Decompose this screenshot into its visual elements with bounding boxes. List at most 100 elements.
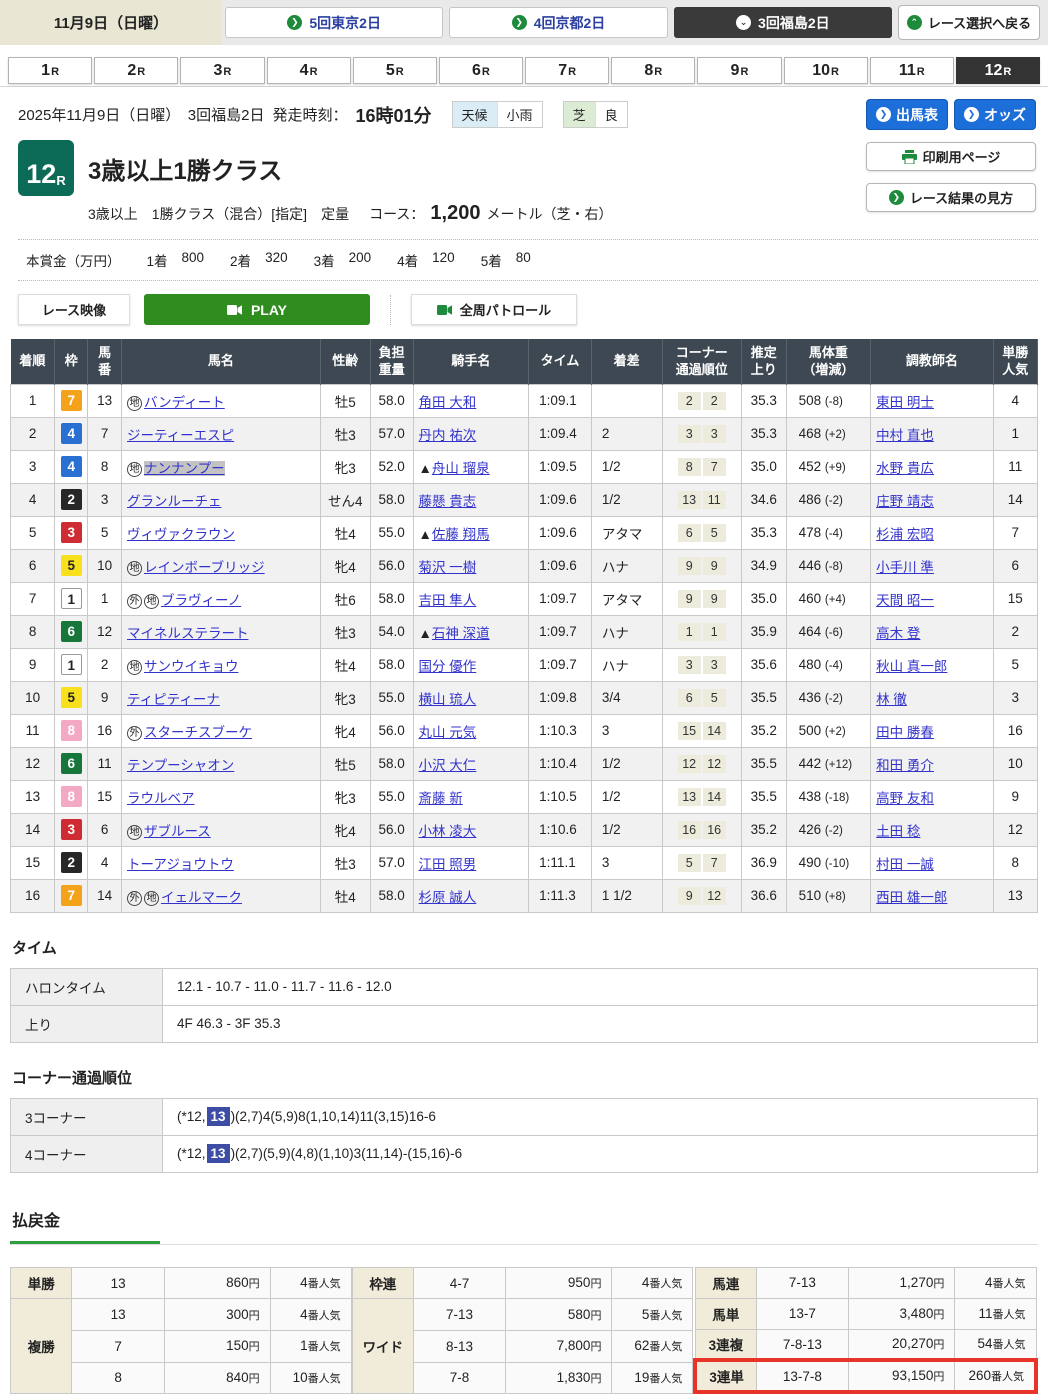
trainer-link[interactable]: 小手川 準 xyxy=(876,560,934,575)
horse-link[interactable]: ラウルベア xyxy=(127,791,195,806)
jockey-link[interactable]: 舟山 瑠泉 xyxy=(432,461,490,476)
jockey-link[interactable]: 藤懸 貴志 xyxy=(419,494,477,509)
horse-link[interactable]: グランルーチェ xyxy=(127,494,222,509)
local-horse-mark: 地 xyxy=(144,891,159,906)
table-row: 上り 4F 46.3 - 3F 35.3 xyxy=(11,1005,1038,1042)
corner-position: 3 xyxy=(678,425,701,443)
back-to-race-select-button[interactable]: ⌃ レース選択へ戻る xyxy=(898,5,1040,40)
jockey-link[interactable]: 吉田 隼人 xyxy=(419,593,477,608)
race-tab-3r[interactable]: 3R xyxy=(180,57,264,84)
jockey-link[interactable]: 小沢 大仁 xyxy=(419,758,477,773)
trainer-link[interactable]: 田中 勝春 xyxy=(876,725,934,740)
frame-badge: 4 xyxy=(61,456,82,477)
horse-link[interactable]: トーアジョウトウ xyxy=(127,857,234,872)
race-conditions: 3歳以上 1勝クラス（混合）[指定] 定量 xyxy=(88,204,349,224)
play-button[interactable]: PLAY xyxy=(144,294,370,325)
horse-link[interactable]: サンウイキョウ xyxy=(144,659,239,674)
jockey-link[interactable]: 杉原 誠人 xyxy=(419,890,477,905)
corner-position: 16 xyxy=(678,821,701,839)
corner-position: 3 xyxy=(703,425,726,443)
race-tab-1r[interactable]: 1R xyxy=(8,57,92,84)
trainer-link[interactable]: 林 徹 xyxy=(876,692,907,707)
frame-badge: 5 xyxy=(61,555,82,576)
venue-tabs: ❯ 5回東京2日 ❯ 4回京都2日 ⌄ 3回福島2日 xyxy=(222,0,895,45)
trainer-link[interactable]: 水野 貴広 xyxy=(876,461,934,476)
corner-position: 13 xyxy=(678,788,701,806)
jockey-link[interactable]: 小林 凌大 xyxy=(419,824,477,839)
winner-highlight: 13 xyxy=(207,1144,230,1163)
table-row: 馬連 7-13 1,270円 4番人気 xyxy=(695,1267,1036,1298)
jockey-link[interactable]: 丸山 元気 xyxy=(419,725,477,740)
trainer-link[interactable]: 和田 勇介 xyxy=(876,758,934,773)
jockey-link[interactable]: 佐藤 翔馬 xyxy=(432,527,490,542)
trainer-link[interactable]: 土田 稔 xyxy=(876,824,920,839)
horse-link[interactable]: テンプーシャオン xyxy=(127,758,234,773)
corner-position: 9 xyxy=(703,590,726,608)
race-tab-2r[interactable]: 2R xyxy=(94,57,178,84)
corner-position: 1 xyxy=(703,623,726,641)
trainer-link[interactable]: 西田 雄一郎 xyxy=(876,890,947,905)
race-tab-6r[interactable]: 6R xyxy=(439,57,523,84)
trainer-link[interactable]: 中村 直也 xyxy=(876,428,934,443)
race-tab-4r[interactable]: 4R xyxy=(267,57,351,84)
horse-link[interactable]: ジーティーエスピ xyxy=(127,428,234,443)
table-row: ハロンタイム 12.1 - 10.7 - 11.0 - 11.7 - 11.6 … xyxy=(11,968,1038,1005)
race-tab-10r[interactable]: 10R xyxy=(784,57,868,84)
print-page-button[interactable]: 印刷用ページ xyxy=(866,142,1036,171)
jockey-link[interactable]: 斎藤 新 xyxy=(419,791,463,806)
trainer-link[interactable]: 高木 登 xyxy=(876,626,920,641)
venue-tab-tokyo[interactable]: ❯ 5回東京2日 xyxy=(225,7,443,38)
horse-link[interactable]: マイネルステラート xyxy=(127,626,249,641)
odds-button[interactable]: ❯ オッズ xyxy=(954,99,1036,130)
race-header: 2025年11月9日（日曜） 3回福島2日 発走時刻： 16時01分 天候 小雨… xyxy=(10,87,1038,281)
jockey-link[interactable]: 江田 照男 xyxy=(419,857,477,872)
frame-badge: 6 xyxy=(61,753,82,774)
venue-tab-fukushima[interactable]: ⌄ 3回福島2日 xyxy=(674,7,892,38)
horse-link[interactable]: バンディート xyxy=(144,395,225,410)
corner-position: 14 xyxy=(703,788,726,806)
payout-table-3: 馬連 7-13 1,270円 4番人気 馬単 13-7 3,480円 11番人気… xyxy=(693,1267,1038,1394)
table-row: 11 8 16 外スターチスブーケ 牝4 56.0 丸山 元気 1:10.3 3… xyxy=(11,714,1038,747)
race-tab-11r[interactable]: 11R xyxy=(870,57,954,84)
race-tab-9r[interactable]: 9R xyxy=(697,57,781,84)
race-tab-8r[interactable]: 8R xyxy=(611,57,695,84)
corner-position: 16 xyxy=(703,821,726,839)
jockey-link[interactable]: 国分 優作 xyxy=(419,659,477,674)
jockey-link[interactable]: 角田 大和 xyxy=(419,395,477,410)
patrol-video-button[interactable]: 全周パトロール xyxy=(411,294,577,325)
jockey-link[interactable]: 菊沢 一樹 xyxy=(419,560,477,575)
race-tab-12r[interactable]: 12R xyxy=(956,57,1040,84)
trainer-link[interactable]: 東田 明士 xyxy=(876,395,934,410)
horse-link[interactable]: ザブルース xyxy=(144,824,211,839)
race-video-button[interactable]: レース映像 xyxy=(18,294,130,325)
trainer-link[interactable]: 杉浦 宏昭 xyxy=(876,527,934,542)
trainer-link[interactable]: 村田 一誠 xyxy=(876,857,934,872)
horse-link[interactable]: レインボーブリッジ xyxy=(144,560,265,575)
entries-button[interactable]: ❯ 出馬表 xyxy=(866,99,948,130)
jockey-link[interactable]: 横山 琉人 xyxy=(419,692,477,707)
corner-table: 3コーナー (*12,13)(2,7)4(5,9)8(1,10,14)11(3,… xyxy=(10,1098,1038,1173)
horse-link[interactable]: ナンナンプー xyxy=(144,461,225,476)
trainer-link[interactable]: 高野 友和 xyxy=(876,791,934,806)
race-tab-7r[interactable]: 7R xyxy=(525,57,609,84)
corner-position: 3 xyxy=(703,656,726,674)
race-tab-5r[interactable]: 5R xyxy=(353,57,437,84)
horse-link[interactable]: ブラヴィーノ xyxy=(161,593,241,608)
corner-position: 9 xyxy=(703,557,726,575)
trainer-link[interactable]: 秋山 真一郎 xyxy=(876,659,947,674)
horse-link[interactable]: イェルマーク xyxy=(161,890,242,905)
local-horse-mark: 地 xyxy=(127,396,142,411)
horse-link[interactable]: スターチスブーケ xyxy=(144,725,252,740)
horse-link[interactable]: ヴィヴァクラウン xyxy=(127,527,235,542)
table-row: 枠連 4-7 950円 4番人気 xyxy=(352,1267,693,1299)
venue-tab-kyoto[interactable]: ❯ 4回京都2日 xyxy=(449,7,667,38)
jockey-link[interactable]: 石神 深道 xyxy=(432,626,490,641)
trainer-link[interactable]: 庄野 靖志 xyxy=(876,494,934,509)
howto-read-results-button[interactable]: ❯ レース結果の見方 xyxy=(866,183,1036,212)
table-row: 16 7 14 外地イェルマーク 牡4 58.0 杉原 誠人 1:11.3 1 … xyxy=(11,879,1038,912)
jockey-link[interactable]: 丹内 祐次 xyxy=(419,428,477,443)
venue-tab-label: 4回京都2日 xyxy=(534,13,606,33)
corner-position: 5 xyxy=(703,689,726,707)
trainer-link[interactable]: 天間 昭一 xyxy=(876,593,934,608)
horse-link[interactable]: ティピティーナ xyxy=(127,692,220,707)
